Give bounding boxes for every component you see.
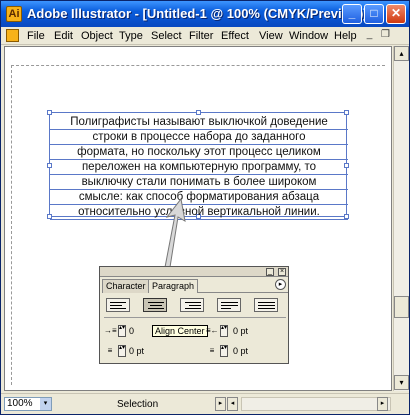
- vertical-scrollbar[interactable]: ▴ ▾: [393, 46, 409, 391]
- align-left-button[interactable]: [106, 298, 130, 312]
- scroll-right-button[interactable]: ▸: [377, 397, 388, 411]
- menu-window[interactable]: Window: [289, 30, 328, 42]
- menu-help[interactable]: Help: [334, 30, 357, 42]
- left-indent-icon: →≡: [104, 326, 117, 335]
- justify-all-button[interactable]: [254, 298, 278, 312]
- palette-divider: [104, 317, 286, 318]
- status-tool-label[interactable]: Selection: [117, 399, 158, 410]
- menu-bar: File Edit Object Type Select Filter Effe…: [1, 27, 409, 45]
- right-indent-field[interactable]: 0 pt: [232, 326, 248, 338]
- minimize-button[interactable]: _: [342, 4, 362, 24]
- scroll-down-button[interactable]: ▾: [394, 375, 409, 390]
- tab-paragraph[interactable]: Paragraph: [148, 279, 199, 293]
- title-bar[interactable]: Ai Adobe Illustrator - [Untitled-1 @ 100…: [1, 1, 409, 27]
- close-button[interactable]: ✕: [386, 4, 406, 24]
- menu-effect[interactable]: Effect: [221, 30, 249, 42]
- right-indent-spinner[interactable]: ▴▾: [220, 325, 228, 337]
- document-minimize-button[interactable]: _: [363, 29, 376, 42]
- zoom-select[interactable]: 100% ▾: [4, 397, 52, 411]
- align-right-button[interactable]: [180, 298, 204, 312]
- space-before-icon: ≡: [107, 346, 113, 355]
- scroll-up-button[interactable]: ▴: [394, 46, 409, 61]
- menu-object[interactable]: Object: [81, 30, 113, 42]
- app-window: Ai Adobe Illustrator - [Untitled-1 @ 100…: [0, 0, 410, 415]
- space-after-icon: ≡: [209, 346, 215, 355]
- align-center-button[interactable]: [143, 298, 167, 312]
- status-menu-button[interactable]: ▸: [215, 397, 226, 411]
- document-icon[interactable]: [6, 29, 19, 42]
- menu-select[interactable]: Select: [151, 30, 182, 42]
- space-after-field[interactable]: 0 pt: [232, 346, 248, 358]
- space-before-field[interactable]: 0 pt: [128, 346, 144, 358]
- menu-type[interactable]: Type: [119, 30, 143, 42]
- space-before-spinner[interactable]: ▴▾: [118, 345, 126, 357]
- menu-filter[interactable]: Filter: [189, 30, 213, 42]
- palette-tabs: Character Paragraph: [102, 279, 288, 293]
- vertical-scroll-thumb[interactable]: [394, 296, 409, 318]
- menu-view[interactable]: View: [259, 30, 283, 42]
- palette-title-bar[interactable]: _ ×: [100, 267, 288, 277]
- justify-full-button[interactable]: [217, 298, 241, 312]
- left-indent-field[interactable]: 0: [128, 326, 134, 338]
- zoom-value: 100%: [7, 398, 33, 409]
- right-indent-icon: ≡←: [206, 326, 219, 335]
- palette-close-button[interactable]: ×: [278, 268, 286, 276]
- left-indent-spinner[interactable]: ▴▾: [118, 325, 126, 337]
- palette-minimize-button[interactable]: _: [266, 268, 274, 276]
- zoom-dropdown-icon[interactable]: ▾: [40, 398, 51, 410]
- maximize-button[interactable]: □: [364, 4, 384, 24]
- tab-character[interactable]: Character: [102, 279, 150, 293]
- horizontal-scrollbar[interactable]: [241, 397, 391, 411]
- paragraph-palette[interactable]: _ × Character Paragraph ▸ →≡ ▴▾ 0 Align …: [99, 266, 289, 364]
- status-bar: 100% ▾ Selection ▸ ◂ ▸: [1, 393, 409, 414]
- align-center-tooltip: Align Center: [152, 325, 208, 337]
- document-restore-button[interactable]: ❐: [379, 29, 392, 42]
- menu-file[interactable]: File: [27, 30, 45, 42]
- menu-edit[interactable]: Edit: [54, 30, 73, 42]
- illustrator-app-icon[interactable]: Ai: [6, 6, 22, 22]
- window-title: Adobe Illustrator - [Untitled-1 @ 100% (…: [27, 6, 368, 21]
- scroll-left-button[interactable]: ◂: [227, 397, 238, 411]
- palette-menu-button[interactable]: ▸: [275, 279, 286, 290]
- space-after-spinner[interactable]: ▴▾: [220, 345, 228, 357]
